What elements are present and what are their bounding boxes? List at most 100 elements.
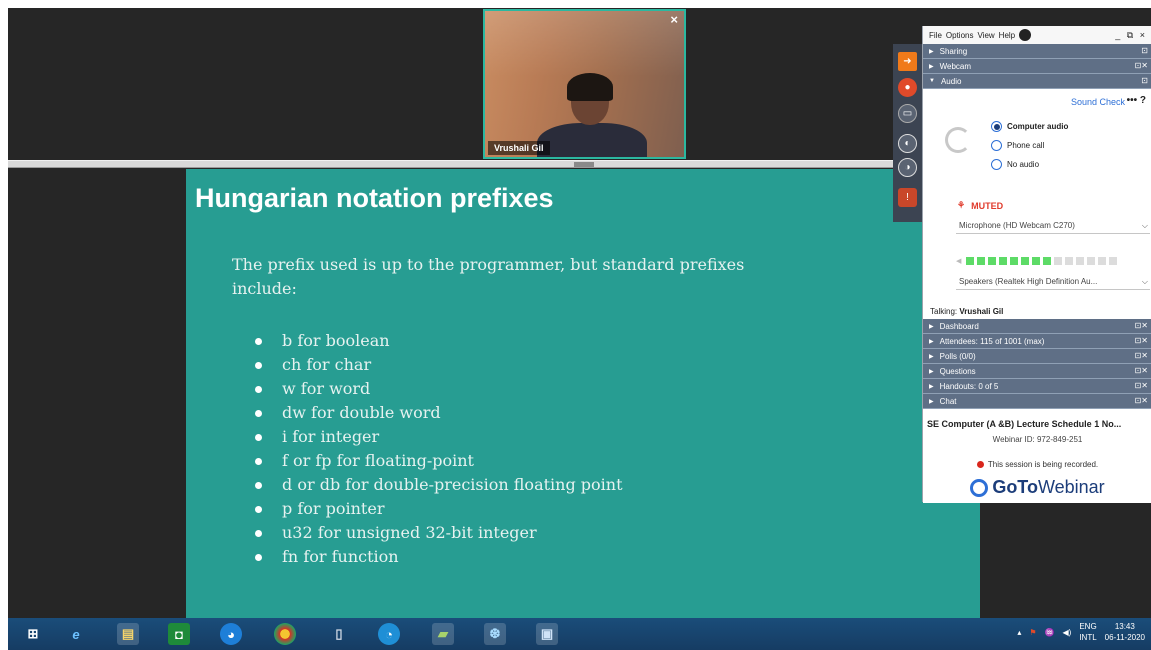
expand-arrow-icon: ▶: [929, 368, 934, 375]
level-bar: [1087, 257, 1096, 265]
internet-explorer-icon[interactable]: e: [65, 623, 87, 645]
expand-arrow-icon: ▶: [929, 63, 934, 70]
expand-arrow-icon: ▶: [929, 383, 934, 390]
logo-rest: Webinar: [1037, 477, 1105, 497]
collapse-arrow-icon[interactable]: ➜: [898, 52, 917, 71]
radio-circle-icon: [991, 140, 1002, 151]
section-label: Chat: [939, 396, 957, 406]
section-popout-icon[interactable]: ⊡✕: [1135, 381, 1148, 390]
section-popout-icon[interactable]: ⊡✕: [1135, 366, 1148, 375]
menu-view[interactable]: View: [977, 31, 994, 40]
chevron-down-icon: ⌵: [1141, 276, 1148, 286]
window-buttons[interactable]: _ ⧉ ×: [1115, 30, 1151, 41]
help-icon[interactable]: ?: [1140, 95, 1146, 106]
edge-icon[interactable]: ◔: [378, 623, 400, 645]
microphone-icon[interactable]: ●: [898, 78, 917, 97]
webcam-tile[interactable]: Vrushali Gil ×: [483, 9, 686, 159]
raise-hand-icon[interactable]: !: [898, 188, 917, 207]
radio-circle-icon: [991, 159, 1002, 170]
gotowebinar-logo: GoToWebinar: [923, 477, 1151, 498]
more-options-icon[interactable]: ••• ?: [1127, 95, 1146, 106]
radio-label: No audio: [1007, 160, 1040, 169]
divider-grip-icon[interactable]: [574, 162, 594, 167]
radio-computer-audio[interactable]: Computer audio: [991, 121, 1068, 132]
clock-date: 06-11-2020: [1104, 633, 1145, 642]
level-bar: [1076, 257, 1085, 265]
recording-dot-icon: [976, 461, 984, 468]
section-collapsed[interactable]: ▶ Handouts: 0 of 5 ⊡✕: [923, 379, 1151, 394]
section-popout-icon[interactable]: ⊡✕: [1135, 396, 1148, 405]
gotowebinar-taskbar-icon[interactable]: ❆: [484, 623, 506, 645]
webcam-close-icon[interactable]: ×: [670, 12, 678, 27]
section-collapsed[interactable]: ▶ Dashboard ⊡✕: [923, 319, 1151, 334]
section-popout-icon[interactable]: ⊡✕: [1135, 351, 1148, 360]
chrome-icon[interactable]: [274, 623, 296, 645]
speakers-select[interactable]: Speakers (Realtek High Definition Au... ⌵: [956, 274, 1150, 290]
document-icon[interactable]: ▯: [328, 623, 350, 645]
chat-icon[interactable]: ◑: [898, 158, 917, 177]
gotowebinar-logo-icon: [970, 478, 989, 497]
mic-level-meter: ◀: [956, 257, 1118, 265]
webcam-icon[interactable]: ▭: [898, 104, 917, 123]
screen-share-icon[interactable]: ◐: [898, 134, 917, 153]
status-dot-icon[interactable]: [1019, 29, 1032, 41]
slide-bullet-item: u32 for unsigned 32-bit integer: [252, 521, 623, 545]
expand-arrow-icon: ▶: [929, 48, 934, 55]
photos-icon[interactable]: ▰: [432, 623, 454, 645]
menu-help[interactable]: Help: [999, 31, 1015, 40]
menu-file[interactable]: File: [929, 31, 942, 40]
section-collapsed[interactable]: ▶ Chat ⊡✕: [923, 394, 1151, 409]
section-popout-icon[interactable]: ⊡✕: [1135, 61, 1148, 70]
section-collapsed[interactable]: ▶ Polls (0/0) ⊡✕: [923, 349, 1151, 364]
clock-time: 13:43: [1114, 622, 1135, 631]
level-bar: [977, 257, 986, 265]
webinar-id: Webinar ID: 972-849-251: [992, 435, 1083, 444]
radio-no-audio[interactable]: No audio: [991, 159, 1039, 170]
tray-flag-icon[interactable]: ⚑: [1029, 628, 1036, 637]
lang-bottom: INTL: [1079, 633, 1097, 642]
section-label: Dashboard: [939, 321, 979, 331]
section-webcam[interactable]: ▶ Webcam ⊡✕: [923, 59, 1151, 74]
tray-expand-icon[interactable]: ▴: [1017, 628, 1021, 637]
radio-phone-call[interactable]: Phone call: [991, 140, 1044, 151]
slide-bullet-item: f or fp for floating-point: [252, 449, 623, 473]
slide-bullet-item: d or db for double-precision floating po…: [252, 473, 623, 497]
section-popout-icon[interactable]: ⊡: [1141, 76, 1148, 85]
section-sharing[interactable]: ▶ Sharing ⊡: [923, 44, 1151, 59]
audio-pane: Sound Check ••• ? Computer audio Phone c…: [923, 89, 1151, 319]
microphone-value: Microphone (HD Webcam C270): [959, 221, 1075, 230]
slide-bullet-item: p for pointer: [252, 497, 623, 521]
file-explorer-icon[interactable]: ▤: [117, 623, 139, 645]
menu-options[interactable]: Options: [946, 31, 974, 40]
network-icon[interactable]: ♒: [1045, 628, 1055, 637]
split-divider[interactable]: [8, 160, 923, 168]
app-blue-icon[interactable]: ◕: [220, 623, 242, 645]
section-audio[interactable]: ▼ Audio ⊡: [923, 74, 1151, 89]
section-collapsed[interactable]: ▶ Attendees: 115 of 1001 (max) ⊡✕: [923, 334, 1151, 349]
recording-text: This session is being recorded.: [987, 460, 1099, 469]
muted-mic-icon: ⚘: [957, 200, 966, 210]
more-dots: •••: [1126, 95, 1138, 106]
section-popout-icon[interactable]: ⊡✕: [1135, 321, 1148, 330]
clock[interactable]: 13:43 06-11-2020: [1105, 621, 1145, 643]
section-popout-icon[interactable]: ⊡✕: [1135, 336, 1148, 345]
muted-indicator[interactable]: ⚘ MUTED: [957, 200, 1003, 211]
talking-indicator: Talking: Vrushali Gil: [930, 307, 1003, 316]
recording-notice: This session is being recorded.: [923, 460, 1151, 469]
section-label: Sharing: [939, 46, 968, 56]
slide-bullet-list: b for boolean ch for char w for word dw for…: [252, 329, 623, 569]
section-collapsed[interactable]: ▶ Questions ⊡✕: [923, 364, 1151, 379]
slide-bullet-item: ch for char: [252, 353, 623, 377]
volume-icon[interactable]: ◀): [1063, 628, 1072, 637]
muted-label: MUTED: [971, 200, 1004, 211]
sound-check-link[interactable]: Sound Check: [1071, 97, 1125, 107]
level-bar: [966, 257, 975, 265]
section-label: Handouts: 0 of 5: [939, 381, 999, 391]
windows-start-icon[interactable]: ⊞: [22, 623, 44, 645]
microphone-select[interactable]: Microphone (HD Webcam C270) ⌵: [956, 218, 1150, 234]
window-app-icon[interactable]: ▣: [536, 623, 558, 645]
language-indicator[interactable]: ENG INTL: [1079, 621, 1096, 643]
section-label: Polls (0/0): [939, 351, 976, 361]
section-popout-icon[interactable]: ⊡: [1141, 46, 1148, 55]
app-green-icon[interactable]: ◘: [168, 623, 190, 645]
